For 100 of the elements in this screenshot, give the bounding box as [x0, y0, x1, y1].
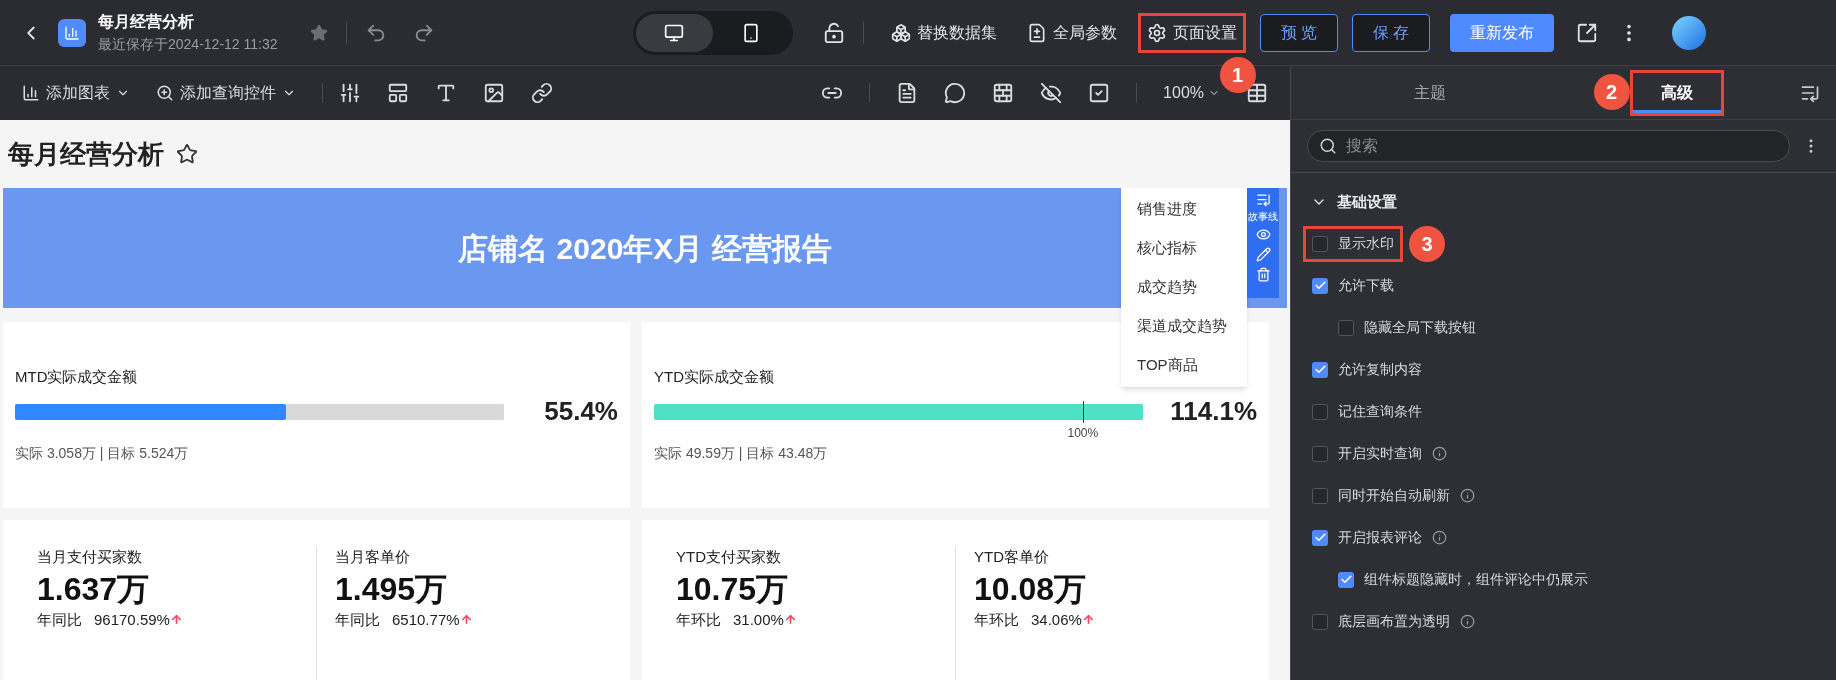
- option-row[interactable]: 底层画布置为透明: [1303, 603, 1484, 640]
- app-logo-icon: [58, 18, 86, 47]
- checkbox[interactable]: [1312, 361, 1328, 378]
- option-label: 底层画布置为透明: [1338, 612, 1450, 631]
- checkbox[interactable]: [1312, 235, 1328, 252]
- page-title: 每月经营分析: [8, 137, 164, 171]
- eye-off-icon[interactable]: [1040, 82, 1063, 104]
- compare-value: 34.06%: [1031, 609, 1082, 630]
- option-row[interactable]: 隐藏全局下载按钮: [1329, 309, 1485, 346]
- option-label: 隐藏全局下载按钮: [1364, 318, 1476, 337]
- cubes-icon: [890, 22, 911, 43]
- toolbar-action-button[interactable]: 替换数据集: [881, 12, 1006, 53]
- panel-tab[interactable]: 高级: [1629, 69, 1724, 116]
- option-row[interactable]: 同时开始自动刷新: [1303, 477, 1484, 514]
- metric-value: 10.08万: [974, 569, 1088, 609]
- info-icon[interactable]: [1460, 488, 1475, 503]
- header-button[interactable]: 预 览: [1259, 13, 1338, 52]
- compare-label: 年同比: [335, 609, 380, 630]
- checkbox[interactable]: [1312, 487, 1328, 504]
- metric-title: YTD支付买家数: [676, 547, 782, 567]
- zoom-dropdown[interactable]: 100%: [1163, 81, 1220, 105]
- image-icon[interactable]: [483, 82, 505, 104]
- percent-value: 114.1%: [1169, 395, 1257, 429]
- desktop-icon: [664, 22, 684, 43]
- story-nav-item[interactable]: 销售进度: [1121, 190, 1247, 229]
- checkbox[interactable]: [1312, 445, 1328, 462]
- option-row[interactable]: 开启实时查询: [1303, 435, 1456, 472]
- checkbox[interactable]: [1312, 403, 1328, 420]
- up-arrow-icon: [783, 613, 797, 627]
- checkbox[interactable]: [1312, 613, 1328, 630]
- check-icon: [1313, 531, 1327, 544]
- checkbox[interactable]: [1338, 319, 1354, 336]
- unlock-icon[interactable]: [822, 21, 845, 44]
- story-nav-item[interactable]: 渠道成交趋势: [1121, 307, 1247, 346]
- header-button[interactable]: 保 存: [1351, 13, 1431, 52]
- option-label: 显示水印: [1338, 234, 1394, 253]
- last-saved-text: 最近保存于2024-12-12 11:32: [98, 35, 278, 54]
- checkbox[interactable]: [1338, 571, 1354, 588]
- search-field[interactable]: 搜索: [1307, 130, 1790, 162]
- edit-icon[interactable]: [1255, 247, 1271, 262]
- toolbar-action-button[interactable]: 全局参数: [1017, 12, 1126, 53]
- user-avatar[interactable]: [1672, 15, 1707, 50]
- add-menu-button[interactable]: 添加查询控件: [156, 81, 296, 105]
- compare-label: 年同比: [37, 609, 82, 630]
- info-icon[interactable]: [1432, 446, 1447, 461]
- story-nav-item[interactable]: 成交趋势: [1121, 268, 1247, 307]
- table-icon[interactable]: [1246, 82, 1268, 104]
- up-arrow-icon: [459, 613, 473, 627]
- option-row[interactable]: 允许复制内容: [1303, 351, 1431, 388]
- metric-title: 当月客单价: [335, 547, 411, 567]
- settings-icon: [1146, 22, 1167, 43]
- trash-icon[interactable]: [1255, 267, 1271, 282]
- option-row[interactable]: 记住查询条件: [1303, 393, 1431, 430]
- share-icon[interactable]: [1576, 21, 1599, 44]
- option-row[interactable]: 显示水印: [1303, 225, 1403, 262]
- info-icon[interactable]: [1460, 614, 1475, 629]
- text-box-icon[interactable]: [435, 82, 457, 104]
- tab-layout-icon[interactable]: [387, 82, 409, 104]
- compare-value: 96170.59%: [94, 609, 170, 630]
- checkbox[interactable]: [1312, 277, 1328, 294]
- option-row[interactable]: 组件标题隐藏时，组件评论中仍展示: [1329, 561, 1597, 598]
- callout-number-badge: 2: [1593, 74, 1630, 110]
- metric-title: YTD实际成交金额: [654, 366, 774, 387]
- add-menu-button[interactable]: 添加图表: [22, 81, 130, 105]
- story-nav-item[interactable]: TOP商品: [1121, 346, 1247, 385]
- check-icon: [1339, 573, 1353, 586]
- up-arrow-icon: [169, 613, 183, 627]
- metric-title: YTD客单价: [974, 547, 1050, 567]
- compare-label: 年环比: [676, 609, 721, 630]
- star-icon[interactable]: [309, 23, 328, 42]
- option-label: 允许复制内容: [1338, 360, 1422, 379]
- eye-icon[interactable]: [1255, 227, 1271, 242]
- star-icon[interactable]: [176, 143, 198, 165]
- comment-icon[interactable]: [944, 82, 967, 104]
- check-icon: [1313, 279, 1327, 292]
- metric-value: 10.75万: [676, 569, 790, 609]
- option-row[interactable]: 允许下载: [1303, 267, 1403, 304]
- actual-vs-target-text: 实际 49.59万 | 目标 43.48万: [654, 444, 828, 464]
- info-icon[interactable]: [1432, 530, 1447, 545]
- checkbox[interactable]: [1312, 529, 1328, 546]
- option-label: 开启实时查询: [1338, 444, 1422, 463]
- toolbar-action-button[interactable]: 页面设置: [1137, 12, 1246, 53]
- story-line-icon[interactable]: [1255, 192, 1271, 207]
- layout-controls-icon[interactable]: [339, 82, 361, 104]
- panel-tab[interactable]: 主题: [1383, 69, 1478, 116]
- bar-chart-icon: [22, 84, 40, 102]
- check-icon: [1313, 363, 1327, 376]
- metric-value: 1.495万: [335, 569, 449, 609]
- metric-title: 当月支付买家数: [37, 547, 143, 567]
- target-marker-label: 100%: [1067, 424, 1099, 442]
- phone-icon: [741, 22, 761, 43]
- percent-value: 55.4%: [543, 395, 618, 429]
- story-nav-item[interactable]: 核心指标: [1121, 229, 1247, 268]
- option-row[interactable]: 开启报表评论: [1303, 519, 1456, 556]
- link-icon[interactable]: [531, 82, 553, 104]
- option-label: 同时开始自动刷新: [1338, 486, 1450, 505]
- checkbox-icon[interactable]: [1088, 82, 1111, 104]
- metric-title: MTD实际成交金额: [15, 366, 138, 387]
- device-toggle[interactable]: [635, 13, 713, 52]
- section-header[interactable]: 基础设置: [1303, 185, 1824, 220]
